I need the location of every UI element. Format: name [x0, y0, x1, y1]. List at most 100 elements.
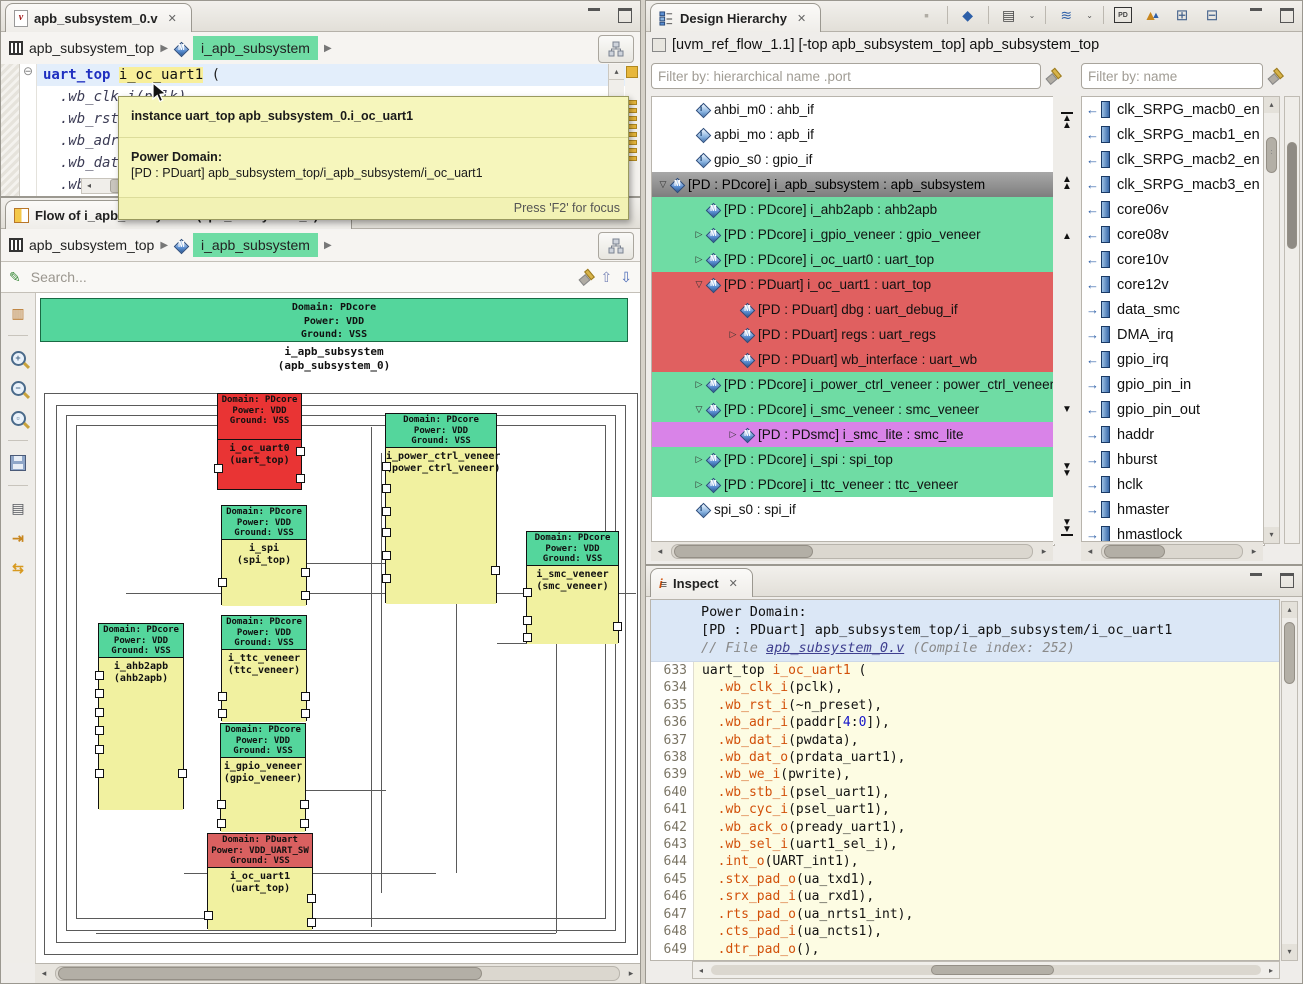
name-filter-field[interactable] — [1081, 63, 1263, 89]
scroll-down-icon[interactable]: ▾ — [1282, 944, 1297, 960]
step-down-icon[interactable]: ▼ — [1057, 406, 1077, 413]
save-icon[interactable] — [7, 453, 29, 473]
scroll-right-icon[interactable]: ▸ — [1245, 546, 1263, 557]
source-line[interactable]: 644 .int_o(UART_int1), — [651, 853, 1279, 870]
page-up-icon[interactable]: ▲▲ — [1057, 176, 1077, 190]
scroll-down-icon[interactable]: ▾ — [1264, 527, 1279, 543]
tree-row[interactable]: iapbi_mo : apb_if — [652, 122, 1054, 147]
source-line[interactable]: 643 .wb_sel_i(uart1_sel_i), — [651, 836, 1279, 853]
block-i_smc_veneer[interactable]: Domain: PDcorePower: VDDGround: VSSi_smc… — [526, 531, 619, 643]
show-hierarchy-button[interactable] — [598, 232, 634, 260]
minimize-icon[interactable] — [1250, 573, 1264, 584]
expand-icon[interactable]: ▷ — [726, 429, 740, 440]
port-row[interactable]: →hmaster — [1082, 497, 1264, 522]
panel-vertical-scrollbar[interactable] — [1284, 96, 1300, 544]
source-line[interactable]: 634 .wb_clk_i(pclk), — [651, 679, 1279, 696]
expand-icon[interactable]: ▷ — [692, 379, 706, 390]
close-tab-icon[interactable]: ✕ — [729, 577, 738, 590]
tab-apb-subsystem-0-v[interactable]: v apb_subsystem_0.v ✕ — [5, 3, 192, 32]
search-previous-icon[interactable]: ⇧ — [601, 269, 613, 286]
port-row[interactable]: ←clk_SRPG_macb2_en — [1082, 147, 1264, 172]
flow-horizontal-scrollbar[interactable]: ◂ ▸ — [35, 963, 640, 983]
schematic-canvas[interactable]: Domain: PDcorePower: VDDGround: VSS i_ap… — [36, 293, 640, 963]
tree-row[interactable]: M[PD : PDcore] i_ahb2apb : ahb2apb — [652, 197, 1054, 222]
expand-icon[interactable]: ▷ — [692, 229, 706, 240]
tree-row[interactable]: ▷M[PD : PDsmc] i_smc_lite : smc_lite — [652, 422, 1054, 447]
scroll-right-icon[interactable]: ▸ — [1035, 546, 1053, 557]
dropdown-chevron-icon[interactable]: ⌄ — [1029, 11, 1036, 20]
block-i_power_ctrl_veneer[interactable]: Domain: PDcorePower: VDDGround: VSSi_pow… — [385, 413, 497, 603]
scroll-right-icon[interactable]: ▸ — [622, 968, 640, 979]
search-input[interactable] — [29, 268, 571, 286]
scroll-left-icon[interactable]: ◂ — [693, 966, 709, 975]
port-list-vertical-scrollbar[interactable]: ▴ ▾ — [1263, 96, 1280, 544]
fold-column[interactable]: ⊖ — [20, 64, 37, 196]
scroll-up-icon[interactable]: ▴ — [1264, 97, 1279, 113]
hierarchy-tree[interactable]: iahbi_m0 : ahb_ifiapbi_mo : apb_ifigpio_… — [651, 96, 1055, 546]
tree-row[interactable]: M[PD : PDuart] dbg : uart_debug_if — [652, 297, 1054, 322]
expand-icon[interactable]: ▷ — [692, 479, 706, 490]
tree-row[interactable]: ▷M[PD : PDuart] regs : uart_regs — [652, 322, 1054, 347]
scroll-up-icon[interactable]: ▴ — [609, 64, 624, 80]
scrollbar-thumb[interactable] — [1266, 137, 1277, 173]
source-line[interactable]: 633uart_top i_oc_uart1 ( — [651, 662, 1279, 679]
tree-row[interactable]: ▷M[PD : PDcore] i_gpio_veneer : gpio_ven… — [652, 222, 1054, 247]
port-row[interactable]: →gpio_pin_in — [1082, 372, 1264, 397]
stop-icon[interactable]: ▪ — [917, 5, 937, 25]
page-down-icon[interactable]: ▼▼ — [1057, 463, 1077, 477]
source-line[interactable]: 645 .stx_pad_o(ua_txd1), — [651, 871, 1279, 888]
source-line[interactable]: 641 .wb_cyc_i(psel_uart1), — [651, 801, 1279, 818]
source-line[interactable]: 637 .wb_dat_i(pwdata), — [651, 732, 1279, 749]
refresh-flow-icon[interactable]: ⇆ — [7, 558, 29, 578]
sort-filter-icon[interactable]: ≋ — [1056, 5, 1076, 25]
port-row[interactable]: →DMA_irq — [1082, 322, 1264, 347]
maximize-icon[interactable] — [1280, 573, 1294, 588]
tree-row[interactable]: ▷M[PD : PDcore] i_power_ctrl_veneer : po… — [652, 372, 1054, 397]
collapse-icon[interactable]: ▽ — [692, 404, 706, 415]
scrollbar-thumb[interactable] — [931, 965, 1054, 975]
tree-row[interactable]: ▽M[PD : PDcore] i_apb_subsystem : apb_su… — [652, 172, 1054, 197]
scroll-left-icon[interactable]: ◂ — [82, 179, 96, 193]
block-i_ttc_veneer[interactable]: Domain: PDcorePower: VDDGround: VSSi_ttc… — [221, 615, 307, 721]
port-row[interactable]: ←core08v — [1082, 222, 1264, 247]
block-i_oc_uart0[interactable]: Domain: PDcorePower: VDDGround: VSSi_oc_… — [217, 393, 302, 490]
source-line[interactable]: 638 .wb_dat_o(prdata_uart1), — [651, 749, 1279, 766]
source-line[interactable]: 648 .cts_pad_i(ua_ncts1), — [651, 923, 1279, 940]
source-line[interactable]: 635 .wb_rst_i(~n_preset), — [651, 697, 1279, 714]
tree-row[interactable]: M[PD : PDuart] wb_interface : uart_wb — [652, 347, 1054, 372]
port-row[interactable]: →haddr — [1082, 422, 1264, 447]
breadcrumb-item-top[interactable]: apb_subsystem_top — [29, 40, 154, 56]
tree-row[interactable]: ▷M[PD : PDcore] i_ttc_veneer : ttc_venee… — [652, 472, 1054, 497]
block-i_gpio_veneer[interactable]: Domain: PDcorePower: VDDGround: VSSi_gpi… — [220, 723, 306, 831]
port-row[interactable]: ←clk_SRPG_macb0_en — [1082, 97, 1264, 122]
expand-all-icon[interactable]: ⊞ — [1172, 5, 1192, 25]
tab-design-hierarchy[interactable]: Design Hierarchy ✕ — [650, 3, 821, 32]
scroll-right-icon[interactable]: ▸ — [1263, 966, 1279, 975]
inspect-source-view[interactable]: Power Domain: [PD : PDuart] apb_subsyste… — [650, 599, 1280, 961]
power-domain-chip-icon[interactable]: PD — [1114, 7, 1132, 23]
show-hierarchy-button[interactable] — [598, 35, 634, 63]
source-line[interactable]: 640 .wb_stb_i(psel_uart1), — [651, 784, 1279, 801]
block-i_oc_uart1[interactable]: Domain: PDuartPower: VDD_UART_SWGround: … — [207, 833, 313, 929]
clear-filter-icon[interactable] — [1268, 68, 1282, 84]
source-line[interactable]: 642 .wb_ack_o(pready_uart1), — [651, 819, 1279, 836]
port-row[interactable]: →hburst — [1082, 447, 1264, 472]
tab-inspect[interactable]: i≡ Inspect ✕ — [650, 568, 753, 597]
source-line[interactable]: 639 .wb_we_i(pwrite), — [651, 766, 1279, 783]
port-row[interactable]: →data_smc — [1082, 297, 1264, 322]
levels-icon[interactable]: ▲▲ — [1142, 5, 1162, 25]
view-menu-icon[interactable]: ▤ — [999, 5, 1019, 25]
clear-filter-icon[interactable] — [1046, 68, 1060, 84]
breadcrumb-item-subsystem[interactable]: i_apb_subsystem — [193, 36, 318, 60]
source-line[interactable]: 646 .srx_pad_i(ua_rxd1), — [651, 888, 1279, 905]
hierarchy-filter-input[interactable] — [652, 64, 1040, 88]
tree-row[interactable]: iahbi_m0 : ahb_if — [652, 97, 1054, 122]
zoom-out-icon[interactable]: − — [7, 378, 29, 398]
scroll-left-icon[interactable]: ◂ — [1081, 546, 1099, 557]
hierarchy-filter-field[interactable] — [651, 63, 1041, 89]
port-row[interactable]: ←core06v — [1082, 197, 1264, 222]
dropdown-chevron-icon[interactable]: ⌄ — [1086, 11, 1093, 20]
fold-collapse-icon[interactable]: ⊖ — [23, 64, 33, 78]
edit-note-icon[interactable]: ✎ — [9, 269, 21, 286]
maximize-icon[interactable] — [618, 8, 632, 23]
